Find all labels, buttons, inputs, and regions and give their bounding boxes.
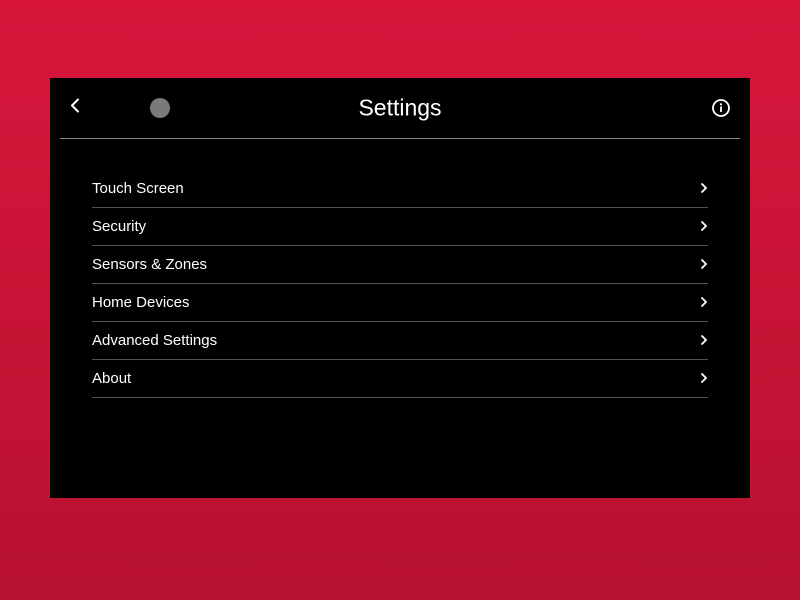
menu-item-security[interactable]: Security (92, 208, 708, 246)
menu-item-label: Security (92, 218, 146, 235)
chevron-right-icon (700, 258, 708, 270)
page-title: Settings (358, 94, 441, 121)
menu-item-about[interactable]: About (92, 360, 708, 398)
status-dot (150, 98, 170, 118)
menu-item-advanced-settings[interactable]: Advanced Settings (92, 322, 708, 360)
chevron-right-icon (700, 182, 708, 194)
info-button[interactable] (712, 99, 730, 117)
menu-item-label: Touch Screen (92, 180, 184, 197)
menu-item-label: Sensors & Zones (92, 256, 207, 273)
menu-item-label: Advanced Settings (92, 332, 217, 349)
chevron-right-icon (700, 220, 708, 232)
menu-item-home-devices[interactable]: Home Devices (92, 284, 708, 322)
settings-panel: Settings Touch Screen Security Sensors &… (50, 78, 750, 498)
info-icon (712, 99, 730, 117)
back-button[interactable] (70, 97, 80, 118)
menu-item-label: Home Devices (92, 294, 190, 311)
chevron-left-icon (70, 97, 80, 113)
menu-item-touch-screen[interactable]: Touch Screen (92, 170, 708, 208)
chevron-right-icon (700, 296, 708, 308)
header: Settings (50, 78, 750, 138)
header-divider (60, 138, 740, 139)
chevron-right-icon (700, 372, 708, 384)
menu-item-sensors-zones[interactable]: Sensors & Zones (92, 246, 708, 284)
menu-item-label: About (92, 370, 131, 387)
chevron-right-icon (700, 334, 708, 346)
settings-menu: Touch Screen Security Sensors & Zones Ho… (92, 170, 708, 398)
